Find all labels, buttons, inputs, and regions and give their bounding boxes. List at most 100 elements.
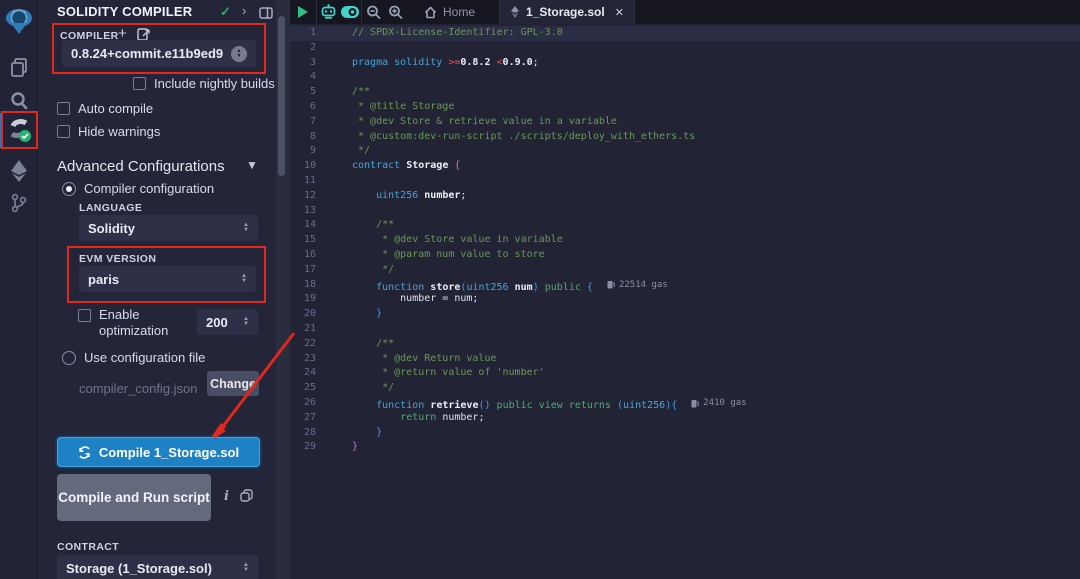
language-select[interactable]: Solidity ▲▼: [79, 215, 258, 241]
code-line[interactable]: 18 function store(uint256 num) public {2…: [290, 278, 1080, 293]
code-line[interactable]: 20 }: [290, 307, 1080, 322]
line-number: 10: [290, 159, 334, 174]
panel-resize-handle[interactable]: [276, 0, 290, 579]
code-line[interactable]: 25 */: [290, 381, 1080, 396]
code-line[interactable]: 4: [290, 70, 1080, 85]
code-line[interactable]: 8 * @custom:dev-run-script ./scripts/dep…: [290, 130, 1080, 145]
code-line[interactable]: 16 * @param num value to store: [290, 248, 1080, 263]
copy-icon[interactable]: [240, 489, 253, 507]
close-tab-icon[interactable]: ✕: [615, 6, 624, 19]
file-explorer-icon[interactable]: [0, 48, 38, 86]
gas-estimate-badge: 22514 gas: [607, 278, 668, 293]
ai-assistant-icon[interactable]: [317, 0, 339, 24]
line-number: 9: [290, 144, 334, 159]
code-line[interactable]: 29}: [290, 440, 1080, 455]
code-line[interactable]: 27 return number;: [290, 411, 1080, 426]
line-number: 14: [290, 218, 334, 233]
evm-version-select[interactable]: paris ▲▼: [79, 266, 256, 292]
compile-button-label: Compile 1_Storage.sol: [99, 445, 239, 460]
nightly-builds-checkbox[interactable]: [133, 77, 146, 90]
line-number: 21: [290, 322, 334, 337]
editor-tabbar: Home 1_Storage.sol ✕: [290, 0, 1080, 24]
enable-optimization-label: Enable optimization: [99, 307, 185, 339]
code-line[interactable]: 26 function retrieve() public view retur…: [290, 396, 1080, 411]
git-branch-icon[interactable]: [0, 184, 38, 222]
tab-storage-sol[interactable]: 1_Storage.sol ✕: [499, 0, 635, 24]
use-config-file-radio[interactable]: [62, 351, 76, 365]
code-line[interactable]: 23 * @dev Return value: [290, 352, 1080, 367]
optimization-runs-value: 200: [206, 315, 237, 330]
code-line[interactable]: 15 * @dev Store value in variable: [290, 233, 1080, 248]
hide-warnings-label: Hide warnings: [78, 124, 160, 139]
enable-optimization-checkbox[interactable]: [78, 309, 91, 322]
version-stepper-icon: ▲▼: [231, 46, 247, 62]
line-number: 23: [290, 352, 334, 367]
runs-stepper-icon: ▲▼: [243, 317, 249, 327]
advanced-configurations-title[interactable]: Advanced Configurations: [57, 158, 225, 175]
contract-value: Storage (1_Storage.sol): [66, 561, 237, 576]
collapse-panel-icon[interactable]: ›: [242, 3, 246, 18]
line-number: 22: [290, 337, 334, 352]
code-line[interactable]: 2: [290, 41, 1080, 56]
panel-title: SOLIDITY COMPILER: [57, 4, 192, 19]
compile-button[interactable]: Compile 1_Storage.sol: [57, 437, 260, 467]
solidity-compiler-icon[interactable]: [0, 111, 38, 149]
line-number: 24: [290, 366, 334, 381]
line-number: 4: [290, 70, 334, 85]
contract-label: CONTRACT: [57, 541, 119, 553]
zoom-in-icon[interactable]: [384, 0, 406, 24]
optimization-runs-input[interactable]: 200 ▲▼: [197, 309, 258, 335]
line-number: 7: [290, 115, 334, 130]
compiler-configuration-row: Compiler configuration: [62, 181, 214, 196]
line-number: 6: [290, 100, 334, 115]
evm-version-label: EVM VERSION: [79, 253, 156, 265]
code-line[interactable]: 11: [290, 174, 1080, 189]
run-script-icon[interactable]: [298, 6, 308, 18]
remix-ide-window: SOLIDITY COMPILER ✓ › COMPILER + 0.8.24+…: [0, 0, 1080, 579]
pin-panel-icon[interactable]: [259, 6, 273, 24]
copilot-toggle-icon[interactable]: [339, 0, 361, 24]
change-config-button[interactable]: Change: [207, 371, 259, 396]
hide-warnings-checkbox[interactable]: [57, 125, 70, 138]
code-line[interactable]: 22 /**: [290, 337, 1080, 352]
code-line[interactable]: 9 */: [290, 144, 1080, 159]
contract-select[interactable]: Storage (1_Storage.sol) ▲▼: [57, 555, 258, 579]
language-stepper-icon: ▲▼: [243, 223, 249, 233]
line-number: 2: [290, 41, 334, 56]
zoom-out-icon[interactable]: [362, 0, 384, 24]
info-icon[interactable]: i: [224, 489, 229, 504]
code-line[interactable]: 7 * @dev Store & retrieve value in a var…: [290, 115, 1080, 130]
code-line[interactable]: 28 }: [290, 426, 1080, 441]
solidity-compiler-panel: SOLIDITY COMPILER ✓ › COMPILER + 0.8.24+…: [38, 0, 276, 579]
code-line[interactable]: 19 number = num;: [290, 292, 1080, 307]
nightly-builds-row: Include nightly builds: [133, 76, 275, 91]
code-line[interactable]: 14 /**: [290, 218, 1080, 233]
line-number: 8: [290, 130, 334, 145]
refresh-icon: [78, 446, 91, 459]
panel-scrollbar-thumb[interactable]: [278, 16, 285, 176]
fuel-pump-icon: [691, 399, 699, 408]
compiler-configuration-radio[interactable]: [62, 182, 76, 196]
line-number: 26: [290, 396, 334, 411]
line-number: 25: [290, 381, 334, 396]
code-line[interactable]: 17 */: [290, 263, 1080, 278]
tab-home[interactable]: Home: [414, 0, 485, 24]
code-line[interactable]: 1// SPDX-License-Identifier: GPL-3.0: [290, 26, 1080, 41]
code-line[interactable]: 21: [290, 322, 1080, 337]
remix-logo-icon[interactable]: [0, 2, 38, 40]
code-line[interactable]: 5/**: [290, 85, 1080, 100]
code-line[interactable]: 6 * @title Storage: [290, 100, 1080, 115]
auto-compile-checkbox[interactable]: [57, 102, 70, 115]
auto-compile-label: Auto compile: [78, 101, 153, 116]
code-line[interactable]: 12 uint256 number;: [290, 189, 1080, 204]
compile-and-run-button[interactable]: Compile and Run script: [57, 474, 211, 521]
code-line[interactable]: 10contract Storage {: [290, 159, 1080, 174]
code-editor[interactable]: 1// SPDX-License-Identifier: GPL-3.023pr…: [290, 24, 1080, 579]
chevron-down-icon[interactable]: ▼: [246, 158, 258, 172]
use-config-file-row: Use configuration file: [62, 350, 205, 365]
code-line[interactable]: 3pragma solidity >=0.8.2 <0.9.0;: [290, 56, 1080, 71]
code-line[interactable]: 24 * @return value of 'number': [290, 366, 1080, 381]
compiler-version-select[interactable]: 0.8.24+commit.e11b9ed9 ▲▼: [62, 40, 256, 67]
code-line[interactable]: 13: [290, 204, 1080, 219]
compile-success-check-icon: ✓: [220, 4, 231, 20]
